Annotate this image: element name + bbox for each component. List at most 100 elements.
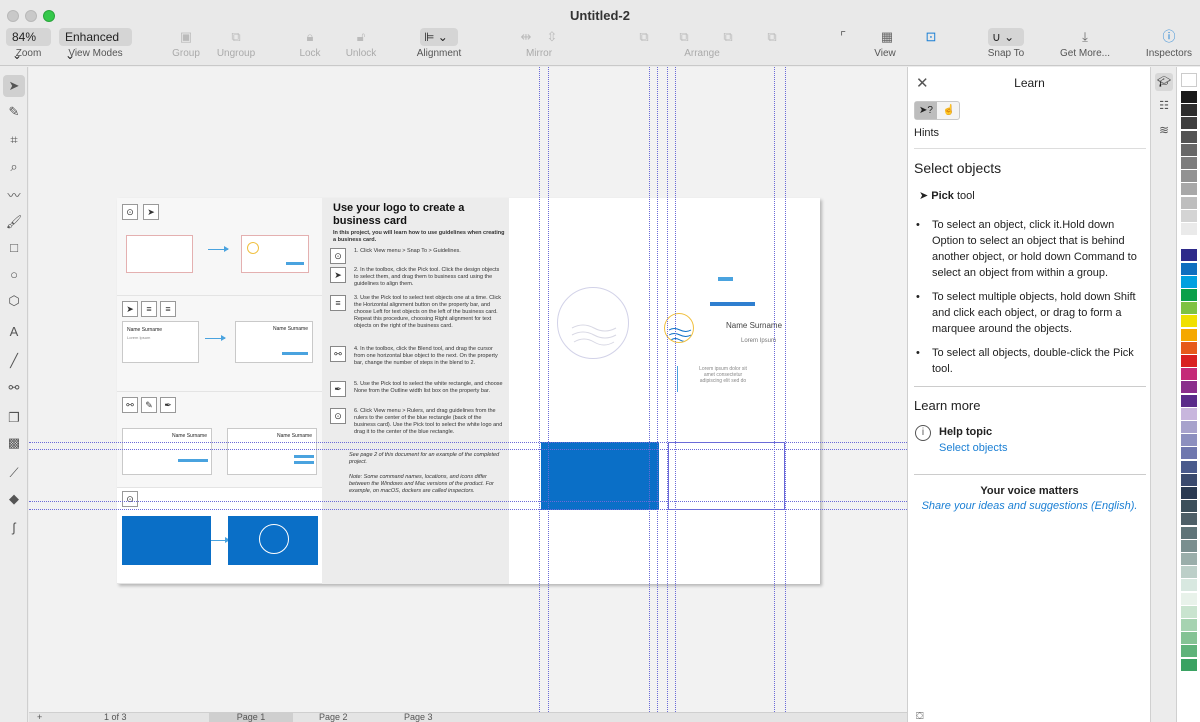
color-swatch[interactable] — [1181, 117, 1197, 130]
tab-page-2[interactable]: Page 2 — [319, 712, 348, 722]
unlock-button[interactable]: 🔓︎ Unlock — [342, 26, 380, 66]
white-rectangle[interactable] — [668, 442, 785, 510]
crop-tool-icon[interactable]: ⌗ — [3, 129, 25, 151]
color-swatch[interactable] — [1181, 645, 1197, 658]
color-swatch[interactable] — [1181, 658, 1197, 671]
color-swatch[interactable] — [1181, 170, 1197, 183]
hints-icon[interactable]: ➤? — [915, 102, 937, 119]
color-swatch[interactable] — [1181, 157, 1197, 169]
color-swatch[interactable] — [1181, 104, 1197, 117]
tab-page-3[interactable]: Page 3 — [404, 712, 433, 722]
color-swatch[interactable] — [1181, 500, 1197, 513]
logo-circle[interactable] — [557, 287, 629, 359]
rectangle-tool-icon[interactable]: □ — [3, 237, 25, 259]
freehand-tool-icon[interactable]: 〰 — [3, 185, 25, 207]
guideline-v[interactable] — [675, 67, 676, 712]
lock-button[interactable]: 🔒︎ Lock — [295, 26, 325, 66]
color-swatch[interactable] — [1181, 381, 1197, 394]
guideline-v[interactable] — [657, 67, 658, 712]
color-swatch[interactable] — [1181, 355, 1197, 367]
guideline-h[interactable] — [29, 449, 907, 450]
color-swatch[interactable] — [1181, 341, 1197, 354]
eyedropper-tool-icon[interactable]: ⟋ — [3, 462, 25, 484]
properties-icon[interactable]: ☷ — [1155, 97, 1173, 115]
color-swatch[interactable] — [1181, 579, 1197, 592]
color-swatch[interactable] — [1181, 619, 1197, 631]
color-swatch[interactable] — [1181, 209, 1197, 222]
document-page[interactable]: ⊙ ➤ ➤ ≡ ≡ Name Surname Lorem Ipsum Name … — [117, 198, 820, 584]
color-swatch[interactable] — [1181, 592, 1197, 605]
blue-bar-small[interactable] — [718, 277, 733, 281]
guideline-v[interactable] — [667, 67, 668, 712]
color-swatch[interactable] — [1181, 487, 1197, 499]
arrange-buttons[interactable]: ⧉ ⧉ ⧉ ⧉ Arrange — [620, 26, 784, 66]
color-swatch[interactable] — [1181, 249, 1197, 262]
small-logo-icon[interactable] — [664, 313, 694, 343]
color-swatch[interactable] — [1181, 539, 1197, 552]
blend-tool-icon[interactable]: ⚯ — [3, 377, 25, 399]
blue-rectangle[interactable] — [541, 442, 659, 510]
guideline-v[interactable] — [649, 67, 650, 712]
color-swatch[interactable] — [1181, 447, 1197, 460]
color-swatch[interactable] — [1181, 421, 1197, 433]
color-swatch[interactable] — [1181, 394, 1197, 407]
text-tool-icon[interactable]: A — [3, 321, 25, 343]
artistic-media-icon[interactable]: 🖌︎ — [3, 211, 25, 233]
guideline-v[interactable] — [548, 67, 549, 712]
color-swatch[interactable] — [1181, 275, 1197, 288]
color-swatch[interactable] — [1181, 143, 1197, 156]
inspectors-button[interactable]: ⓘ Inspectors — [1142, 26, 1196, 66]
polygon-tool-icon[interactable]: ⬡ — [3, 290, 25, 312]
zoom-tool-icon[interactable]: ⌕ — [3, 156, 25, 178]
line-tool-icon[interactable]: ╱ — [3, 350, 25, 372]
card-lorem[interactable]: Lorem ipsum dolor sit amet consectetur a… — [698, 366, 748, 384]
color-swatch[interactable] — [1181, 513, 1197, 526]
fill-tool-icon[interactable]: ◆ — [3, 488, 25, 510]
color-swatch[interactable] — [1181, 262, 1197, 275]
pick-tool-icon[interactable]: ➤ — [3, 75, 25, 97]
drawing-canvas[interactable]: ⊙ ➤ ➤ ≡ ≡ Name Surname Lorem Ipsum Name … — [29, 67, 907, 712]
shape-tool-icon[interactable]: ✎ — [3, 101, 25, 123]
color-swatch[interactable] — [1181, 434, 1197, 447]
color-swatch[interactable] — [1181, 196, 1197, 209]
guideline-v[interactable] — [539, 67, 540, 712]
voice-link[interactable]: Share your ideas and suggestions (Englis… — [908, 500, 1151, 512]
no-color-swatch[interactable] — [1181, 73, 1197, 87]
bucket-icon[interactable]: ⛋ — [916, 711, 924, 722]
ellipse-tool-icon[interactable]: ○ — [3, 264, 25, 286]
color-swatch[interactable] — [1181, 130, 1197, 143]
color-swatch[interactable] — [1181, 289, 1197, 301]
ungroup-button[interactable]: ⧉ Ungroup — [213, 26, 259, 66]
color-swatch[interactable] — [1181, 632, 1197, 645]
color-swatch[interactable] — [1181, 302, 1197, 315]
color-swatch[interactable] — [1181, 460, 1197, 473]
color-swatch[interactable] — [1181, 315, 1197, 328]
color-swatch[interactable] — [1181, 368, 1197, 381]
guideline-h[interactable] — [29, 442, 907, 443]
guideline-v[interactable] — [785, 67, 786, 712]
tutorial-icon[interactable]: ☝ — [938, 102, 960, 119]
mirror-buttons[interactable]: ⇹ ⇳ Mirror — [520, 26, 558, 66]
view-buttons[interactable]: ⌜ ▦ ⊡ View — [830, 26, 940, 66]
color-swatch[interactable] — [1181, 473, 1197, 486]
color-swatch[interactable] — [1181, 223, 1197, 235]
color-swatch[interactable] — [1181, 91, 1197, 103]
add-page-icon[interactable]: + — [37, 712, 42, 722]
color-swatch[interactable] — [1181, 553, 1197, 565]
color-swatch[interactable] — [1181, 526, 1197, 539]
card-subtitle[interactable]: Lorem Ipsum — [741, 338, 776, 344]
guideline-v[interactable] — [774, 67, 775, 712]
tab-page-1[interactable]: Page 1 — [209, 712, 293, 722]
color-swatch[interactable] — [1181, 328, 1197, 341]
transparency-tool-icon[interactable]: ▩ — [3, 432, 25, 454]
guideline-h[interactable] — [29, 509, 907, 510]
get-more-button[interactable]: ⤓ Get More... — [1056, 26, 1114, 66]
group-button[interactable]: ▣ Group — [168, 26, 204, 66]
hints-mode-toggle[interactable]: ➤? ☝ — [914, 101, 960, 120]
help-topic-link[interactable]: Select objects — [939, 442, 1007, 454]
color-swatch[interactable] — [1181, 407, 1197, 420]
color-swatch[interactable] — [1181, 605, 1197, 618]
color-swatch[interactable] — [1181, 236, 1197, 249]
smear-tool-icon[interactable]: ʃ — [3, 517, 25, 539]
color-swatch[interactable] — [1181, 566, 1197, 579]
